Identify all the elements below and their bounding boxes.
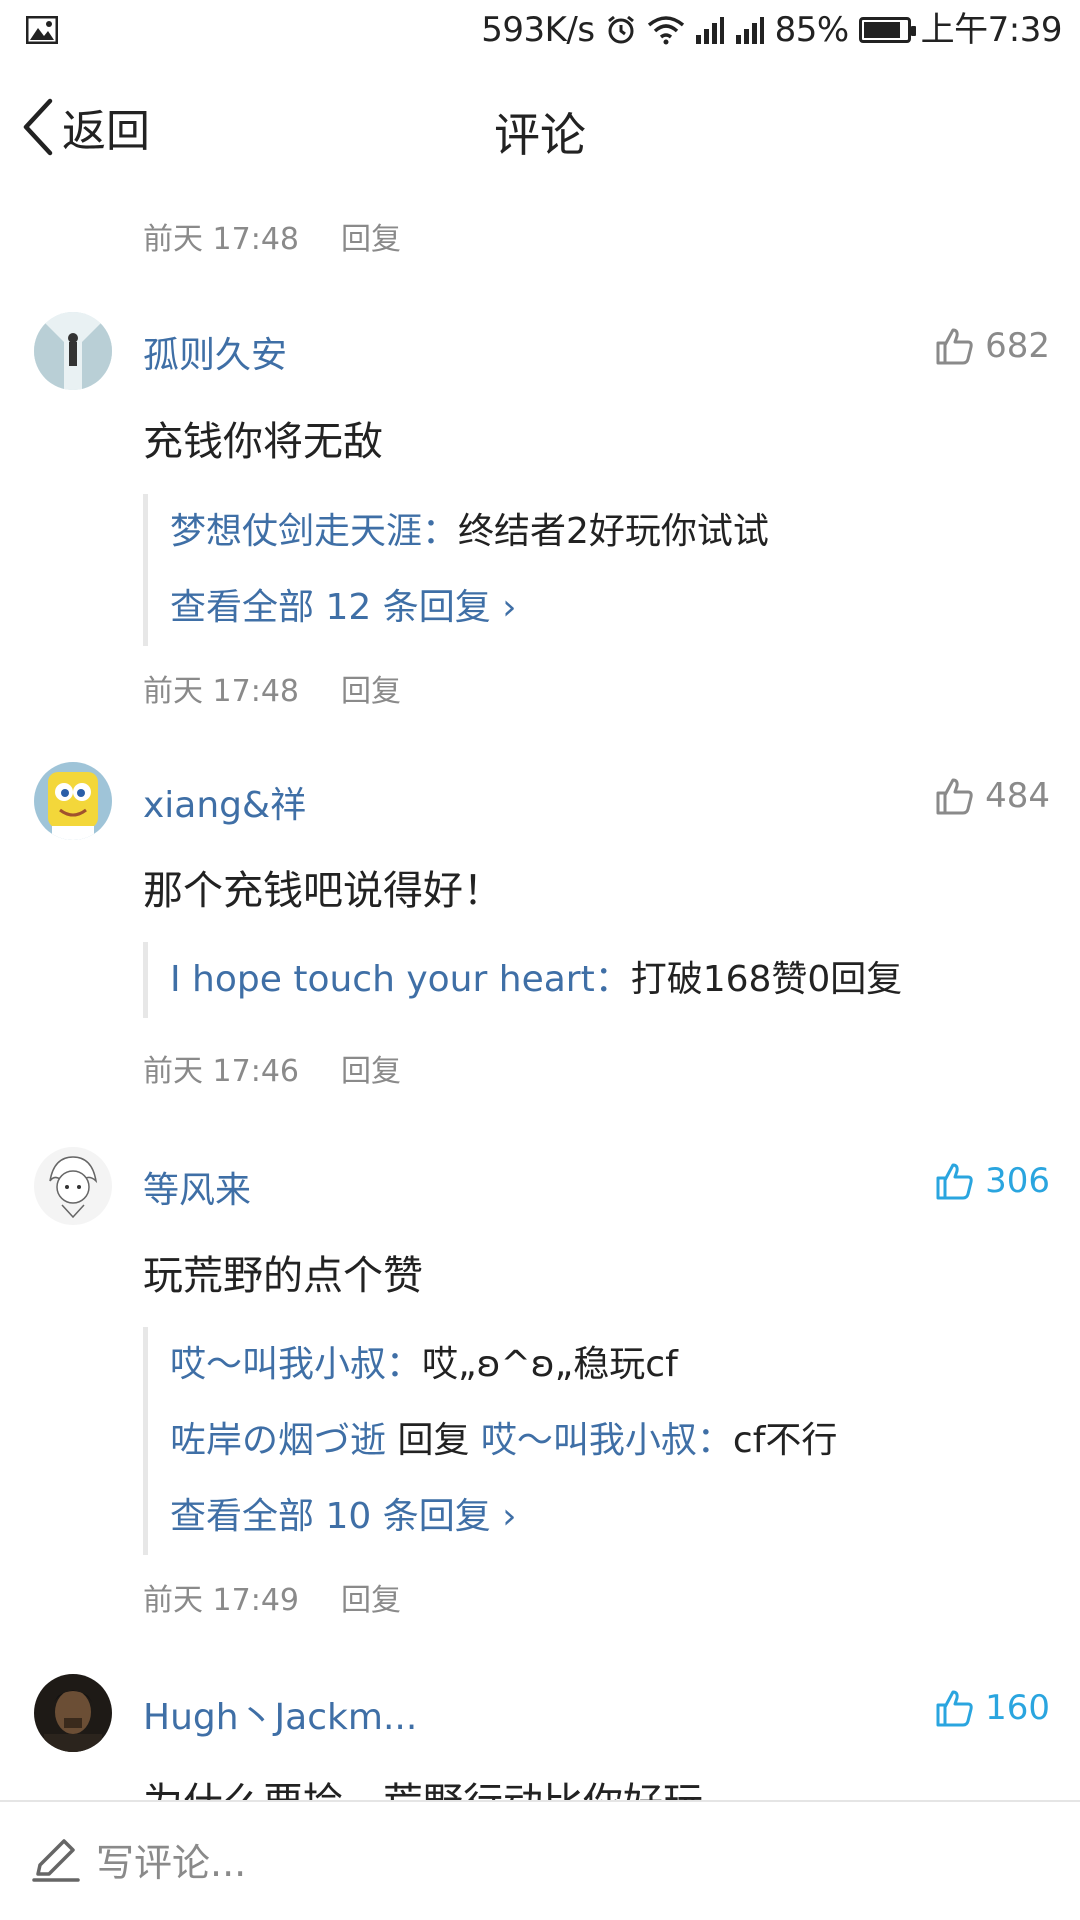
reply-text: 终结者2好玩你试试	[458, 511, 769, 552]
comment-meta: 前天 17:49 回复	[143, 1575, 401, 1619]
network-speed: 593K/s	[481, 10, 595, 50]
like-count: 484	[985, 776, 1050, 816]
avatar[interactable]	[34, 762, 112, 840]
username[interactable]: 等风来	[143, 1161, 251, 1213]
like-count: 306	[985, 1161, 1050, 1201]
reply-button[interactable]: 回复	[341, 214, 401, 258]
reply-button[interactable]: 回复	[341, 666, 401, 710]
clock: 上午7:39	[920, 10, 1063, 50]
thumbs-up-icon	[936, 778, 973, 815]
comment-meta: 前天 17:48 回复	[143, 214, 401, 258]
like-button[interactable]: 682	[935, 326, 1050, 366]
comment-meta: 前天 17:46 回复	[143, 1046, 401, 1090]
avatar[interactable]	[34, 1147, 112, 1225]
reply-preview[interactable]: 梦想仗剑走天涯：终结者2好玩你试试 查看全部 12 条回复 ›	[143, 494, 1043, 646]
reply-line: 哎～叫我小叔：哎„ʚ^ʚ„稳玩cf	[170, 1327, 1043, 1403]
chevron-right-icon: ›	[502, 1496, 517, 1537]
comment-text: 玩荒野的点个赞	[143, 1253, 423, 1299]
like-button[interactable]: 160	[935, 1688, 1050, 1728]
wifi-icon	[647, 16, 684, 45]
comment-text: 为什么要捡，荒野行动比你好玩	[143, 1770, 703, 1800]
thumbs-up-icon	[936, 1163, 973, 1200]
nav-header: 返回 评论	[0, 62, 1080, 192]
signal-icon-sim2	[735, 17, 764, 44]
username[interactable]: Hugh丶Jackm...	[143, 1688, 417, 1740]
reply-preview[interactable]: I hope touch your heart：打破168赞0回复	[143, 942, 1043, 1018]
reply-text: cf不行	[732, 1420, 838, 1461]
pencil-icon	[32, 1838, 80, 1882]
avatar[interactable]	[34, 312, 112, 390]
reply-username[interactable]: I hope touch your heart：	[170, 959, 631, 1000]
comment-text: 充钱你将无敌	[143, 419, 383, 465]
view-all-replies-link[interactable]: 查看全部 10 条回复 ›	[170, 1479, 1043, 1555]
like-button[interactable]: 484	[935, 776, 1050, 816]
comment-time: 前天 17:48	[143, 674, 299, 709]
reply-username[interactable]: 咗岸の烟づ逝	[170, 1420, 386, 1461]
write-comment-input[interactable]: 写评论...	[30, 1832, 246, 1887]
page-title: 评论	[494, 108, 586, 162]
comment-text: 那个充钱吧说得好！	[143, 868, 503, 914]
reply-target-username[interactable]: 哎～叫我小叔：	[481, 1420, 733, 1461]
reply-button[interactable]: 回复	[341, 1046, 401, 1090]
reply-button[interactable]: 回复	[341, 1575, 401, 1619]
alarm-icon	[607, 15, 634, 44]
image-notification-icon	[26, 16, 58, 44]
reply-line: I hope touch your heart：打破168赞0回复	[170, 942, 1043, 1018]
comment-time: 前天 17:46	[143, 1054, 299, 1089]
comment-meta: 前天 17:48 回复	[143, 666, 401, 710]
username[interactable]: 孤则久安	[143, 326, 287, 378]
like-count: 682	[985, 326, 1050, 366]
reply-line: 梦想仗剑走天涯：终结者2好玩你试试	[170, 494, 1043, 570]
comment-list[interactable]: 前天 17:48 回复 孤则久安 682 充钱你将无敌 梦想仗剑走天涯：终结者2…	[0, 192, 1080, 1800]
reply-text: 打破168赞0回复	[630, 959, 903, 1000]
battery-percent: 85%	[774, 10, 850, 50]
battery-icon	[858, 17, 916, 43]
comment-input-bar: 写评论...	[0, 1800, 1080, 1920]
comment-time: 前天 17:49	[143, 1583, 299, 1618]
reply-preview[interactable]: 哎～叫我小叔：哎„ʚ^ʚ„稳玩cf 咗岸の烟づ逝 回复 哎～叫我小叔：cf不行 …	[143, 1327, 1043, 1555]
comment-placeholder: 写评论...	[96, 1841, 247, 1885]
thumbs-up-icon	[936, 328, 973, 365]
reply-connector: 回复	[386, 1420, 481, 1461]
username[interactable]: xiang&祥	[143, 776, 306, 828]
reply-username[interactable]: 梦想仗剑走天涯：	[170, 511, 458, 552]
view-all-replies-link[interactable]: 查看全部 12 条回复 ›	[170, 570, 1043, 646]
like-button[interactable]: 306	[935, 1161, 1050, 1201]
status-bar: 593K/s 85% 上午7:39	[0, 0, 1080, 62]
reply-line: 咗岸の烟づ逝 回复 哎～叫我小叔：cf不行	[170, 1403, 1043, 1479]
comment-time: 前天 17:48	[143, 222, 299, 257]
reply-username[interactable]: 哎～叫我小叔：	[170, 1344, 422, 1385]
avatar[interactable]	[34, 1674, 112, 1752]
chevron-right-icon: ›	[502, 587, 517, 628]
like-count: 160	[985, 1688, 1050, 1728]
signal-icon-sim1	[695, 17, 724, 44]
reply-text: 哎„ʚ^ʚ„稳玩cf	[422, 1344, 678, 1385]
thumbs-up-icon	[936, 1690, 973, 1727]
